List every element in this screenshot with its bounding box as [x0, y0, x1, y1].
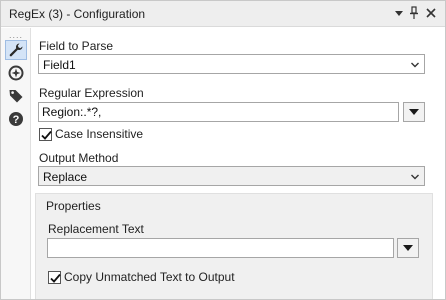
replacement-text-label: Replacement Text [48, 222, 144, 236]
triangle-down-icon [403, 245, 413, 251]
case-insensitive-label[interactable]: Case Insensitive [55, 127, 143, 141]
pin-icon[interactable] [406, 5, 422, 21]
grip-handle[interactable]: .... [9, 30, 23, 40]
replacement-tokens-button[interactable] [397, 238, 419, 258]
svg-text:?: ? [13, 114, 20, 126]
copy-unmatched-label[interactable]: Copy Unmatched Text to Output [64, 270, 235, 284]
tool-strip: .... ? [1, 28, 31, 299]
wrench-icon[interactable] [5, 40, 27, 60]
chevron-down-icon [410, 59, 420, 73]
window-title: RegEx (3) - Configuration [9, 7, 146, 21]
properties-panel: Properties Replacement Text Copy Unmatch… [35, 193, 433, 299]
output-method-select[interactable]: Replace [38, 166, 425, 186]
title-bar: RegEx (3) - Configuration [1, 1, 445, 27]
replacement-text-field[interactable] [48, 239, 393, 257]
compass-icon[interactable] [5, 63, 27, 83]
copy-unmatched-checkbox[interactable] [48, 271, 61, 284]
chevron-down-icon [410, 171, 420, 185]
checkmark-icon [41, 130, 52, 140]
output-method-value: Replace [43, 170, 88, 184]
properties-title: Properties [46, 199, 101, 213]
output-method-label: Output Method [39, 151, 119, 165]
tag-icon[interactable] [5, 86, 27, 106]
triangle-down-icon[interactable] [391, 5, 407, 21]
triangle-down-icon [409, 109, 419, 115]
help-icon[interactable]: ? [5, 109, 27, 129]
regular-expression-input[interactable] [38, 102, 399, 122]
case-insensitive-checkbox[interactable] [39, 128, 52, 141]
configuration-window: RegEx (3) - Configuration .... ? Field t… [0, 0, 446, 300]
checkmark-icon [50, 273, 61, 283]
close-icon[interactable] [423, 5, 439, 21]
field-to-parse-select[interactable]: Field1 [38, 54, 425, 74]
configuration-panel: Field to Parse Field1 Regular Expression… [32, 28, 445, 299]
field-to-parse-value: Field1 [43, 58, 76, 72]
field-to-parse-label: Field to Parse [39, 39, 114, 53]
regular-expression-label: Regular Expression [39, 86, 144, 100]
replacement-text-input[interactable] [47, 238, 394, 258]
regex-tokens-button[interactable] [403, 102, 425, 122]
regular-expression-field[interactable] [39, 103, 398, 121]
